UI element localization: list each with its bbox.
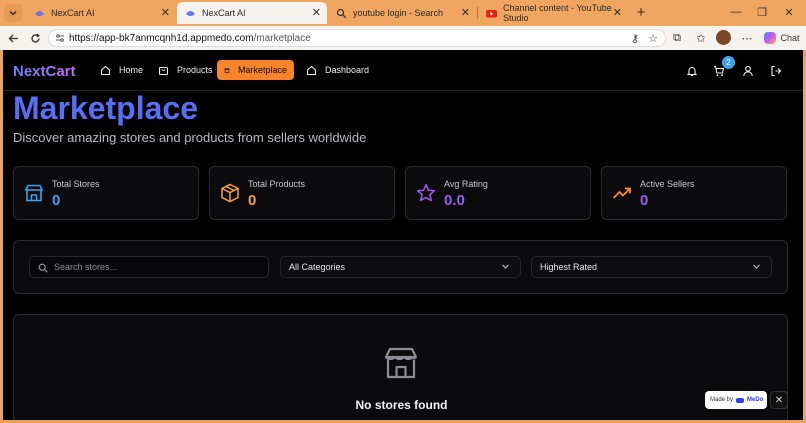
stat-card-active-sellers: Active Sellers 0 bbox=[601, 166, 787, 220]
search-icon bbox=[38, 263, 48, 273]
url-host: https://app-bk7anmcqnh1d.appmedo.com bbox=[69, 32, 254, 44]
stat-label: Avg Rating bbox=[444, 179, 488, 189]
search-stores-input[interactable]: Search stores... bbox=[29, 256, 269, 278]
cart-count-badge: 2 bbox=[722, 56, 735, 69]
package-icon bbox=[220, 183, 240, 203]
tab-list-button[interactable] bbox=[4, 4, 22, 22]
empty-state-title: No stores found bbox=[355, 398, 448, 412]
minimize-button[interactable]: — bbox=[730, 5, 742, 19]
close-window-button[interactable]: ✕ bbox=[783, 5, 795, 19]
reload-icon[interactable] bbox=[28, 31, 42, 45]
tab-nexcart-2[interactable]: NexCart AI ✕ bbox=[177, 2, 327, 24]
search-icon bbox=[336, 8, 347, 19]
app-viewport: NextCart Home Products Marketplace Dashb… bbox=[3, 50, 803, 420]
nav-dashboard[interactable]: Dashboard bbox=[299, 60, 376, 80]
profile-avatar[interactable] bbox=[716, 30, 731, 45]
close-tab-icon[interactable]: ✕ bbox=[312, 6, 321, 19]
store-icon bbox=[24, 183, 44, 203]
key-icon[interactable]: ⚷ bbox=[628, 31, 642, 45]
site-info-icon[interactable] bbox=[55, 33, 65, 43]
copilot-icon bbox=[764, 32, 777, 44]
store-icon bbox=[224, 67, 230, 73]
logout-icon[interactable] bbox=[770, 64, 784, 78]
brand-logo[interactable]: NextCart bbox=[13, 63, 76, 80]
page-subtitle: Discover amazing stores and products fro… bbox=[13, 130, 367, 145]
star-icon bbox=[416, 183, 436, 203]
tab-youtube-studio[interactable]: Channel content - YouTube Studio ✕ bbox=[478, 2, 628, 24]
empty-state-panel: No stores found bbox=[13, 314, 788, 420]
stat-value: 0 bbox=[248, 192, 257, 209]
stat-label: Active Sellers bbox=[640, 179, 695, 189]
bag-icon bbox=[158, 66, 169, 75]
home-icon bbox=[306, 65, 317, 75]
top-navbar: NextCart Home Products Marketplace Dashb… bbox=[3, 50, 803, 91]
stat-value: 0 bbox=[640, 192, 649, 209]
chevron-down-icon bbox=[501, 262, 510, 273]
close-tab-icon[interactable]: ✕ bbox=[161, 6, 170, 19]
stat-value: 0 bbox=[52, 192, 61, 209]
more-menu-icon[interactable]: ⋯ bbox=[740, 31, 754, 45]
category-select[interactable]: All Categories bbox=[280, 256, 521, 278]
notifications-bell-icon[interactable] bbox=[686, 64, 700, 78]
url-path: /marketplace bbox=[253, 32, 311, 44]
filter-panel: Search stores... All Categories Highest … bbox=[13, 240, 788, 294]
chevron-down-icon bbox=[752, 262, 761, 273]
close-tab-icon[interactable]: ✕ bbox=[613, 6, 622, 19]
nav-products[interactable]: Products bbox=[151, 60, 220, 80]
favorites-icon[interactable]: ✩ bbox=[694, 31, 708, 45]
tab-nexcart-1[interactable]: NexCart AI ✕ bbox=[26, 2, 176, 24]
stat-label: Total Stores bbox=[52, 179, 100, 189]
search-placeholder: Search stores... bbox=[54, 262, 118, 272]
stat-label: Total Products bbox=[248, 179, 306, 189]
copilot-chat-button[interactable]: Chat bbox=[762, 30, 802, 46]
stat-card-total-products: Total Products 0 bbox=[209, 166, 395, 220]
close-tab-icon[interactable]: ✕ bbox=[461, 6, 470, 19]
nav-home[interactable]: Home bbox=[93, 60, 150, 80]
trending-up-icon bbox=[612, 183, 632, 203]
new-tab-button[interactable]: + bbox=[634, 4, 648, 21]
youtube-icon bbox=[486, 8, 497, 19]
close-badge-button[interactable]: ✕ bbox=[770, 391, 788, 409]
nexcart-favicon-icon bbox=[34, 8, 45, 19]
stat-card-total-stores: Total Stores 0 bbox=[13, 166, 199, 220]
made-by-badge[interactable]: Made by MeDo bbox=[705, 391, 767, 409]
favorite-star-icon[interactable]: ☆ bbox=[646, 31, 660, 45]
extensions-icon[interactable]: ⧉ bbox=[670, 31, 684, 45]
sort-select[interactable]: Highest Rated bbox=[531, 256, 772, 278]
restore-button[interactable]: ❐ bbox=[756, 5, 768, 19]
page-title: Marketplace bbox=[13, 90, 198, 126]
tab-youtube-login-search[interactable]: youtube login - Search ✕ bbox=[328, 2, 476, 24]
url-field[interactable]: https://app-bk7anmcqnh1d.appmedo.com/mar… bbox=[48, 29, 666, 47]
nexcart-favicon-icon bbox=[185, 8, 196, 19]
store-icon bbox=[383, 345, 419, 381]
home-icon bbox=[100, 65, 111, 75]
user-icon[interactable] bbox=[742, 64, 756, 78]
nav-marketplace[interactable]: Marketplace bbox=[217, 60, 294, 80]
back-icon[interactable] bbox=[6, 31, 20, 45]
address-bar-row: https://app-bk7anmcqnh1d.appmedo.com/mar… bbox=[0, 26, 806, 50]
stat-value: 0.0 bbox=[444, 192, 465, 209]
medo-logo-icon bbox=[736, 397, 745, 403]
stat-card-avg-rating: Avg Rating 0.0 bbox=[405, 166, 591, 220]
browser-chrome: NexCart AI ✕ NexCart AI ✕ youtube login … bbox=[0, 0, 806, 50]
tab-bar: NexCart AI ✕ NexCart AI ✕ youtube login … bbox=[0, 0, 806, 26]
chevron-down-icon bbox=[9, 11, 17, 16]
